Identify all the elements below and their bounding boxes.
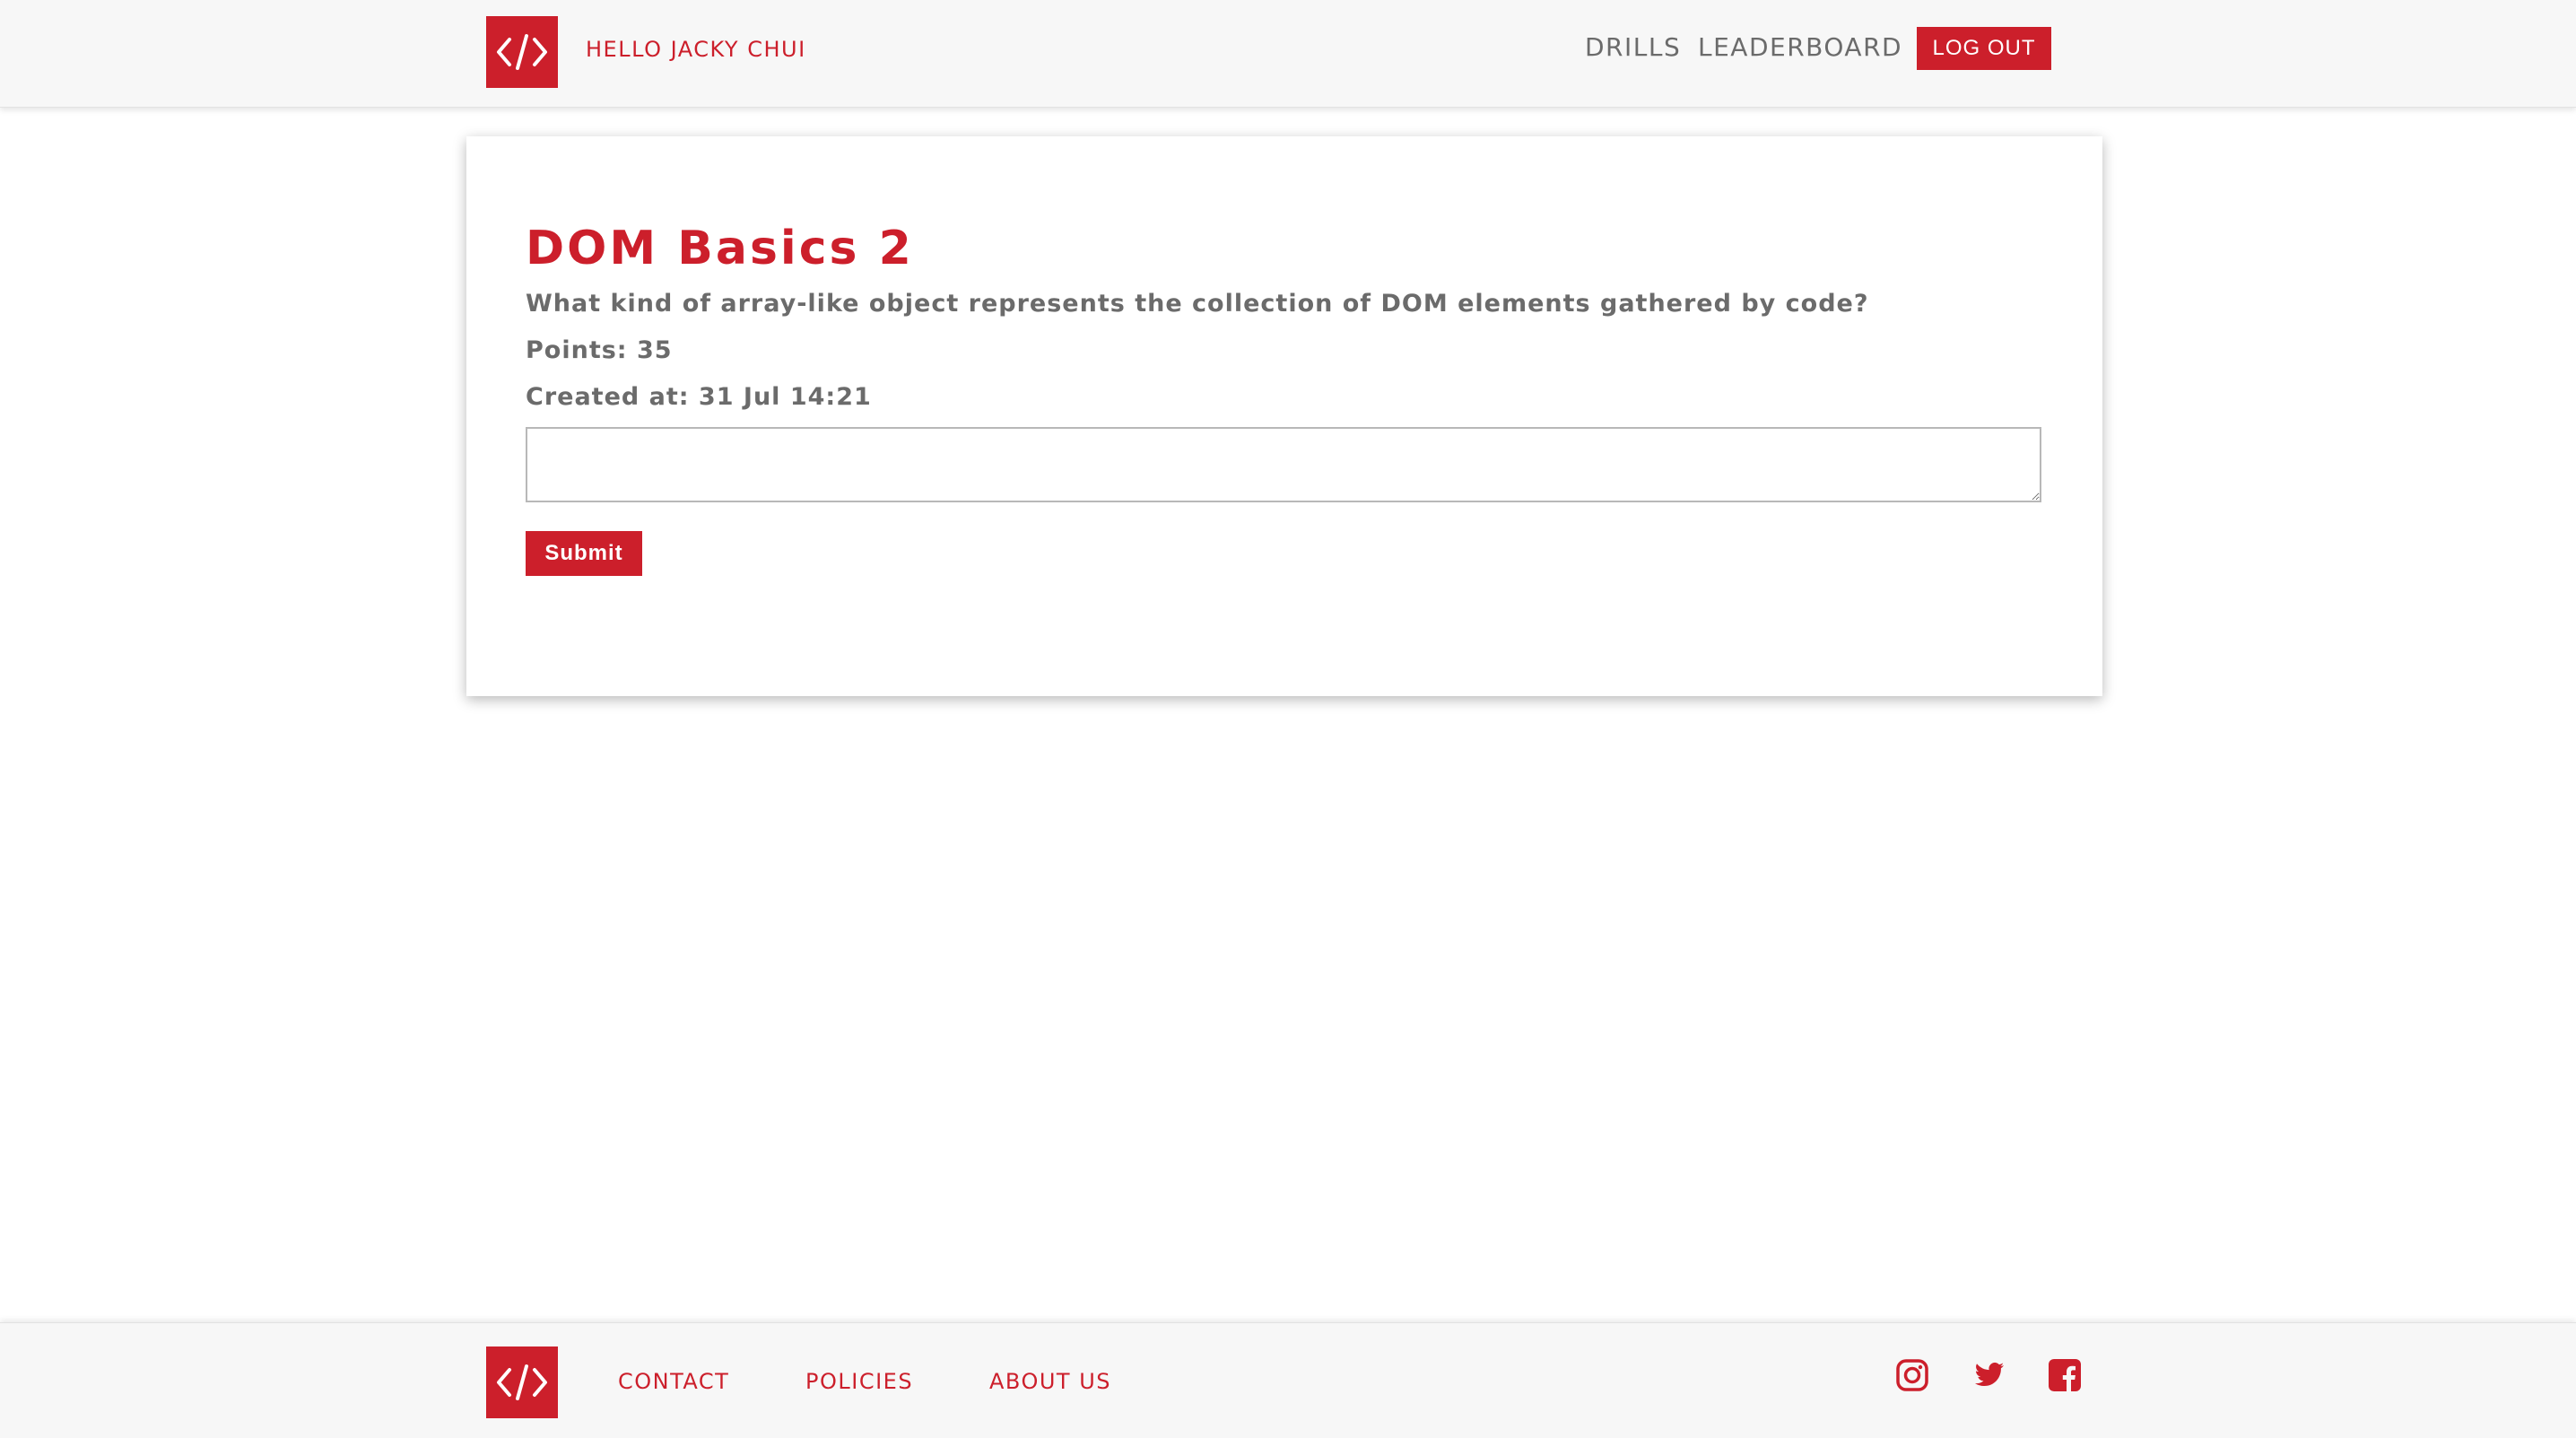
code-brackets-icon <box>497 34 547 70</box>
drill-title: DOM Basics 2 <box>526 222 914 275</box>
logout-button[interactable]: LOG OUT <box>1917 27 2051 70</box>
user-greeting: HELLO JACKY CHUI <box>586 37 806 62</box>
drill-points: Points: 35 <box>526 336 673 364</box>
submit-button[interactable]: Submit <box>526 531 642 576</box>
drill-question: What kind of array-like object represent… <box>526 290 1869 318</box>
drill-created-at: Created at: 31 Jul 14:21 <box>526 383 872 411</box>
logo[interactable] <box>486 16 558 88</box>
instagram-icon[interactable] <box>1894 1357 1930 1393</box>
top-nav-bar: HELLO JACKY CHUI DRILLS LEADERBOARD LOG … <box>0 0 2576 108</box>
nav-drills-link[interactable]: DRILLS <box>1585 31 1681 65</box>
footer-contact-link[interactable]: CONTACT <box>618 1366 729 1397</box>
twitter-icon[interactable] <box>1971 1357 2006 1393</box>
nav-leaderboard-link[interactable]: LEADERBOARD <box>1698 31 1902 65</box>
footer: CONTACT POLICIES ABOUT US <box>0 1322 2576 1438</box>
footer-about-link[interactable]: ABOUT US <box>989 1366 1111 1397</box>
footer-policies-link[interactable]: POLICIES <box>805 1366 913 1397</box>
drill-card: DOM Basics 2 What kind of array-like obj… <box>466 136 2102 696</box>
facebook-icon[interactable] <box>2047 1357 2083 1393</box>
code-brackets-icon <box>497 1364 547 1400</box>
answer-textarea[interactable] <box>526 427 2041 502</box>
footer-logo[interactable] <box>486 1346 558 1418</box>
